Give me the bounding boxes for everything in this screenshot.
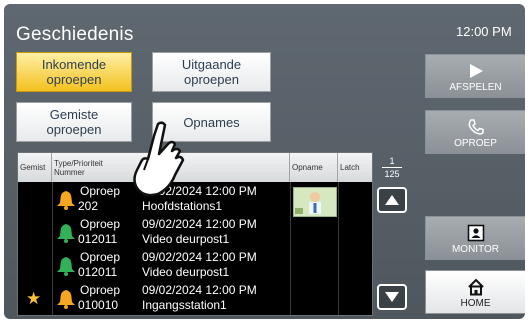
bell-icon xyxy=(57,191,75,210)
call-station: Ingangsstation1 xyxy=(142,298,227,312)
outgoing-calls-button[interactable]: Uitgaande oproepen xyxy=(152,52,271,92)
play-button[interactable]: AFSPELEN xyxy=(425,54,525,98)
recording-thumbnail[interactable] xyxy=(293,187,337,217)
call-type: Oproep xyxy=(80,283,121,297)
monitor-button[interactable]: MONITOR xyxy=(425,216,525,260)
header-recording: Opname xyxy=(290,153,338,182)
outgoing-calls-label-1: Uitgaande xyxy=(181,57,242,72)
table-row[interactable]: Oproep 012011 09/02/2024 12:00 PM Video deu… xyxy=(18,248,372,281)
phone-icon xyxy=(426,118,525,136)
call-station: Video deurpost1 xyxy=(142,232,230,246)
monitor-icon xyxy=(426,224,525,242)
page-current: 1 xyxy=(389,156,395,166)
bell-icon xyxy=(57,224,75,243)
header-type-priority: Type/Prioriteit xyxy=(54,158,103,168)
call-station: Video deurpost1 xyxy=(142,265,230,279)
incoming-calls-button[interactable]: Inkomende oproepen xyxy=(16,52,132,92)
home-button[interactable]: HOME xyxy=(425,270,525,314)
scroll-down-button[interactable] xyxy=(377,284,407,310)
missed-calls-label-1: Gemiste xyxy=(49,107,99,122)
person-thumbnail-icon xyxy=(294,188,336,216)
call-type: Oproep xyxy=(80,184,121,198)
call-datetime: 09/02/2024 12:00 PM xyxy=(142,250,257,264)
header-number: Nummer xyxy=(54,167,85,177)
incoming-calls-label-2: oproepen xyxy=(46,72,102,87)
bell-icon xyxy=(57,257,75,276)
page-total: 125 xyxy=(384,169,400,179)
header-latch: Latch xyxy=(340,163,360,172)
monitor-label: MONITOR xyxy=(451,244,500,255)
missed-calls-button[interactable]: Gemiste oproepen xyxy=(16,102,132,142)
call-datetime: 09/02/2024 12:00 PM xyxy=(142,217,257,231)
call-number: 012011 xyxy=(78,265,118,279)
clock: 12:00 PM xyxy=(456,24,512,39)
outgoing-calls-label-2: oproepen xyxy=(184,72,239,87)
missed-calls-label-2: oproepen xyxy=(46,122,102,137)
call-datetime: 09/02/2024 12:00 PM xyxy=(142,283,257,297)
call-label: OPROEP xyxy=(454,138,497,149)
call-button[interactable]: OPROEP xyxy=(425,110,525,154)
table-row[interactable]: Oproep 012011 09/02/2024 12:00 PM Video deu… xyxy=(18,215,372,248)
home-icon xyxy=(426,278,525,296)
play-icon xyxy=(426,62,525,80)
call-type: Oproep xyxy=(80,250,121,264)
page-indicator: 1 125 xyxy=(380,156,404,179)
bell-icon xyxy=(57,290,75,309)
call-number: 012011 xyxy=(78,232,118,246)
page-title: Geschiedenis xyxy=(16,24,134,45)
triangle-down-icon xyxy=(385,292,399,302)
play-label: AFSPELEN xyxy=(449,82,502,93)
history-screen: Geschiedenis 12:00 PM Inkomende oproepen… xyxy=(4,4,525,319)
call-type: Oproep xyxy=(80,217,121,231)
triangle-up-icon xyxy=(385,195,399,205)
star-icon: ★ xyxy=(26,289,42,308)
incoming-calls-label-1: Inkomende xyxy=(41,57,107,72)
table-row[interactable]: ★ Oproep 010010 09/02/2024 12:00 PM Ingangs… xyxy=(18,281,372,314)
header-missed: Gemist xyxy=(18,153,52,182)
home-label: HOME xyxy=(460,298,491,309)
call-number: 202 xyxy=(78,199,99,213)
call-number: 010010 xyxy=(78,298,119,312)
scroll-up-button[interactable] xyxy=(377,187,407,213)
pointing-hand-icon xyxy=(133,121,185,197)
